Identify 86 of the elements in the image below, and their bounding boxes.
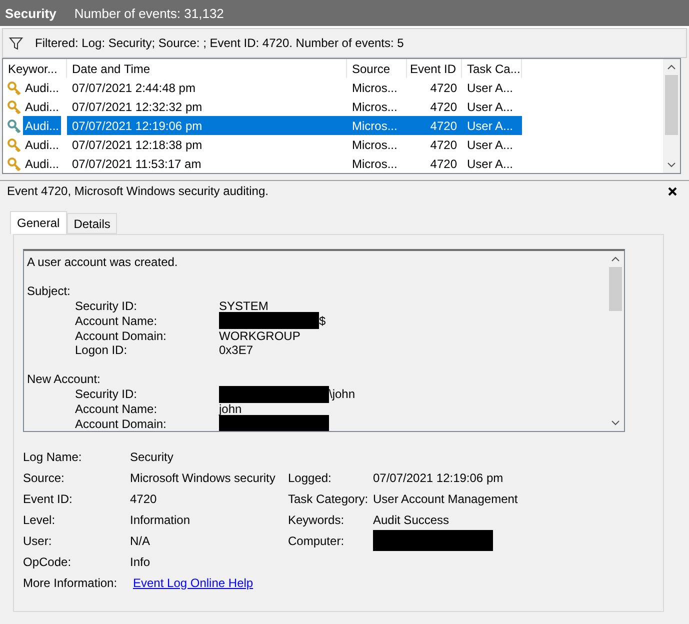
key-icon bbox=[7, 80, 21, 94]
tab[interactable]: General bbox=[10, 211, 67, 234]
table-cell[interactable]: 07/07/2021 12:32:32 pm bbox=[67, 97, 347, 116]
column-header[interactable]: Date and Time bbox=[67, 59, 347, 78]
property-label: OpCode: bbox=[23, 554, 72, 568]
property-label: Log Name: bbox=[23, 450, 83, 464]
column-header[interactable]: Event ID bbox=[407, 59, 462, 78]
help-link[interactable]: Event Log Online Help bbox=[133, 576, 254, 590]
property-value: N/A bbox=[130, 534, 152, 548]
table-cell[interactable]: 4720 bbox=[407, 154, 462, 173]
field-value: SYSTEM bbox=[219, 298, 268, 313]
tab[interactable]: Details bbox=[66, 213, 118, 234]
table-cell[interactable]: 07/07/2021 11:53:17 am bbox=[67, 154, 347, 173]
field-label: Logon ID: bbox=[75, 343, 128, 358]
property-label: Logged: bbox=[288, 470, 332, 484]
property-value: Audit Success bbox=[373, 512, 450, 526]
table-cell[interactable]: User A... bbox=[462, 116, 522, 135]
property-value: User Account Management bbox=[373, 492, 519, 506]
key-icon bbox=[7, 156, 21, 170]
table-cell[interactable]: User A... bbox=[462, 97, 522, 116]
table-cell[interactable]: 07/07/2021 2:44:48 pm bbox=[67, 78, 347, 97]
field-label: Security ID: bbox=[75, 387, 138, 401]
field-value: 0x3E7 bbox=[219, 343, 254, 358]
table-cell[interactable]: Micros... bbox=[347, 78, 407, 97]
property-value: 07/07/2021 12:19:06 pm bbox=[373, 470, 504, 484]
scrollbar[interactable] bbox=[663, 59, 680, 173]
property-label: Keywords: bbox=[288, 512, 346, 526]
close-icon[interactable] bbox=[668, 186, 677, 196]
column-header[interactable]: Keywor... bbox=[3, 59, 67, 78]
scroll-up-icon[interactable] bbox=[611, 256, 620, 262]
property-value: Microsoft Windows security bbox=[130, 470, 276, 484]
scroll-down-icon[interactable] bbox=[611, 420, 620, 426]
property-label: Task Category: bbox=[288, 492, 370, 506]
key-icon bbox=[7, 138, 21, 152]
key-icon bbox=[7, 100, 21, 114]
table-cell[interactable]: 4720 bbox=[407, 135, 462, 154]
table-cell[interactable]: Micros... bbox=[347, 116, 407, 135]
filter-icon bbox=[9, 36, 23, 50]
table-cell[interactable]: User A... bbox=[462, 154, 522, 173]
table-cell[interactable]: 4720 bbox=[407, 97, 462, 116]
scroll-thumb[interactable] bbox=[609, 267, 622, 311]
message-text: A user account was created. bbox=[27, 255, 178, 270]
field-value: $ bbox=[319, 314, 326, 328]
message-text: Subject: bbox=[27, 284, 70, 298]
field-label: Account Domain: bbox=[75, 416, 168, 431]
scroll-thumb[interactable] bbox=[665, 75, 678, 135]
scroll-down-icon[interactable] bbox=[667, 162, 676, 168]
property-label: Event ID: bbox=[23, 492, 74, 506]
table-cell[interactable]: Micros... bbox=[347, 135, 407, 154]
table-cell[interactable]: 4720 bbox=[407, 116, 462, 135]
log-title: Security bbox=[5, 6, 56, 20]
column-header[interactable]: Source bbox=[347, 59, 407, 78]
table-cell[interactable]: User A... bbox=[462, 135, 522, 154]
table-cell: Audi... bbox=[3, 154, 67, 173]
field-label: Account Name: bbox=[75, 402, 158, 416]
property-value: Info bbox=[130, 554, 152, 568]
property-label: More Information: bbox=[23, 576, 118, 590]
field-value: WORKGROUP bbox=[219, 328, 300, 343]
table-cell[interactable]: User A... bbox=[462, 78, 522, 97]
property-label: Level: bbox=[23, 512, 56, 526]
property-label: Computer: bbox=[288, 534, 346, 548]
field-value: \john bbox=[329, 387, 356, 401]
table-cell[interactable]: Micros... bbox=[347, 154, 407, 173]
field-label: Account Domain: bbox=[75, 328, 168, 343]
table-cell: Audi... bbox=[3, 135, 67, 154]
table-cell[interactable]: Micros... bbox=[347, 97, 407, 116]
property-value: Security bbox=[130, 450, 174, 464]
table-cell[interactable]: 4720 bbox=[407, 78, 462, 97]
table-cell[interactable]: 07/07/2021 12:19:06 pm bbox=[67, 116, 347, 135]
message-text: New Account: bbox=[27, 372, 100, 386]
property-value: Information bbox=[130, 512, 192, 526]
column-header[interactable]: Task Ca... bbox=[462, 59, 522, 78]
table-cell[interactable]: 07/07/2021 12:18:38 pm bbox=[67, 135, 347, 154]
property-label: Source: bbox=[23, 470, 66, 484]
key-icon bbox=[7, 118, 21, 132]
filter-text: Filtered: Log: Security; Source: ; Event ID: 4720. Number of events: 5 bbox=[35, 36, 404, 50]
property-label: User: bbox=[23, 534, 53, 548]
scroll-up-icon[interactable] bbox=[667, 64, 676, 70]
property-value: 4720 bbox=[130, 492, 158, 506]
field-label: Security ID: bbox=[75, 298, 138, 313]
field-value: john bbox=[219, 402, 242, 416]
table-cell: Audi... bbox=[3, 97, 67, 116]
event-count: Number of events: 31,132 bbox=[74, 6, 224, 20]
table-cell: Audi... bbox=[3, 78, 67, 97]
event-title: Event 4720, Microsoft Windows security auditing. bbox=[7, 184, 268, 198]
field-label: Account Name: bbox=[75, 314, 158, 328]
